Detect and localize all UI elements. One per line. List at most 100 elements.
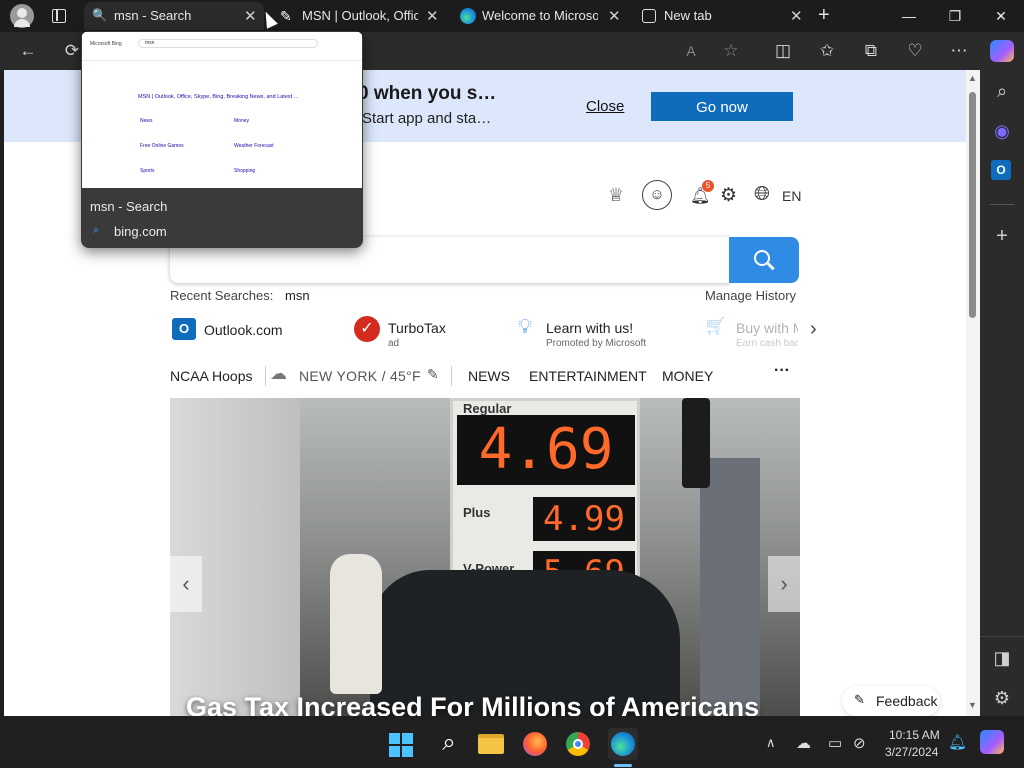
file-explorer-icon[interactable] bbox=[478, 734, 504, 754]
network-icon[interactable]: ⊘ bbox=[853, 734, 866, 752]
quick-link-turbotax[interactable]: ✓ TurboTax ad bbox=[354, 316, 484, 352]
search-icon[interactable]: ⌕ bbox=[991, 80, 1013, 102]
favorites-icon[interactable]: ✩ bbox=[816, 40, 838, 62]
tab-msn-outlook[interactable]: ✎ MSN | Outlook, Office ✕ bbox=[272, 2, 450, 30]
settings-gear-icon[interactable]: ⚙ bbox=[720, 184, 737, 207]
clock-date[interactable]: 3/27/2024 bbox=[885, 745, 938, 759]
clock-time[interactable]: 10:15 AM bbox=[889, 728, 940, 742]
tray-overflow-icon[interactable]: ∧ bbox=[766, 735, 776, 751]
traffic-light bbox=[682, 398, 710, 488]
nav-more-icon[interactable]: ··· bbox=[774, 362, 790, 380]
refresh-icon[interactable]: ⟳ bbox=[61, 40, 83, 62]
edge-taskbar-icon[interactable] bbox=[608, 728, 638, 760]
collections-icon[interactable]: ⧉ bbox=[860, 40, 882, 62]
favorite-star-icon[interactable]: ☆ bbox=[720, 40, 742, 62]
back-icon[interactable]: ← bbox=[17, 40, 39, 62]
preview-link-money: Money bbox=[234, 118, 250, 124]
copilot-pre-icon[interactable] bbox=[980, 730, 1004, 754]
nav-entertainment[interactable]: ENTERTAINMENT bbox=[529, 368, 647, 384]
recent-searches-label: Recent Searches: bbox=[170, 288, 274, 303]
search-icon: ⌕ bbox=[93, 224, 100, 236]
quick-link-title: Outlook.com bbox=[204, 322, 283, 338]
close-icon[interactable]: ✕ bbox=[244, 7, 257, 25]
trophy-icon[interactable]: ♕ bbox=[608, 185, 624, 206]
nav-divider bbox=[265, 366, 266, 386]
minimize-button[interactable]: — bbox=[886, 0, 932, 32]
carousel-next-button[interactable]: › bbox=[768, 556, 800, 612]
language-label[interactable]: EN bbox=[782, 188, 801, 204]
profile-avatar[interactable] bbox=[10, 4, 34, 28]
add-sidebar-app-icon[interactable]: + bbox=[991, 225, 1013, 247]
browser-essentials-icon[interactable]: ♡ bbox=[904, 40, 926, 62]
firefox-icon[interactable] bbox=[523, 732, 547, 756]
nav-money[interactable]: MONEY bbox=[662, 368, 713, 384]
chrome-icon[interactable] bbox=[566, 732, 590, 756]
close-icon[interactable]: ✕ bbox=[790, 7, 803, 25]
tab-msn-search[interactable]: 🔍 msn - Search ✕ bbox=[84, 2, 264, 30]
page-scrollbar[interactable]: ▲ ▼ bbox=[966, 70, 980, 716]
display-icon[interactable]: ▭ bbox=[828, 734, 842, 752]
hero-card[interactable]: Regular 4.69 Plus 4.99 V-Power 5.69 ‹ › … bbox=[170, 398, 800, 716]
globe-icon[interactable]: 🌐︎ bbox=[754, 183, 770, 206]
promo-headline: 0 when you s… bbox=[358, 83, 497, 104]
newtab-icon bbox=[642, 9, 656, 23]
preview-link-news: News bbox=[140, 118, 153, 124]
sign-label-plus: Plus bbox=[463, 505, 491, 520]
manage-history-link[interactable]: Manage History bbox=[705, 288, 796, 303]
windows-taskbar: ⌕ ∧ ☁︎ ▭ ⊘ 10:15 AM 3/27/2024 🔔︎ bbox=[0, 720, 1024, 768]
preview-bing-brand: Microsoft Bing bbox=[90, 41, 122, 47]
notification-bell-icon[interactable]: 🔔︎ bbox=[948, 733, 967, 751]
scrollbar-thumb[interactable] bbox=[969, 92, 976, 318]
tab-welcome-microsoft[interactable]: Welcome to Microsoft ✕ bbox=[452, 2, 630, 30]
edit-pencil-icon[interactable]: ✎ bbox=[427, 366, 439, 383]
building bbox=[700, 458, 760, 716]
preview-link-sports: Sports bbox=[140, 168, 155, 174]
window-close-button[interactable]: ✕ bbox=[978, 0, 1024, 32]
more-menu-icon[interactable]: ⋯ bbox=[948, 40, 970, 62]
account-avatar-icon[interactable]: ☺ bbox=[642, 180, 672, 210]
quick-link-outlook[interactable]: O Outlook.com bbox=[170, 316, 330, 352]
preview-link-shopping: Shopping bbox=[234, 168, 256, 174]
hero-caption[interactable]: Gas Tax Increased For Millions of Americ… bbox=[186, 692, 759, 716]
outlook-sidebar-icon[interactable]: O bbox=[991, 160, 1011, 180]
search-icon: 🔍 bbox=[92, 8, 107, 22]
promo-subtext: Start app and sta… bbox=[362, 110, 492, 127]
quick-links-next-icon[interactable]: › bbox=[810, 318, 817, 341]
copilot-icon[interactable] bbox=[990, 40, 1014, 62]
promo-close-link[interactable]: Close bbox=[586, 98, 624, 115]
tab-title: Welcome to Microsoft bbox=[482, 8, 598, 23]
copilot-sidebar-icon[interactable]: ◉ bbox=[991, 120, 1013, 142]
edge-sidebar: ⌕ ◉ O + ◨ ⚙ bbox=[980, 70, 1024, 716]
scroll-up-arrow[interactable]: ▲ bbox=[968, 73, 977, 83]
tab-new-tab[interactable]: New tab ✕ bbox=[634, 2, 812, 30]
tab-title: msn - Search bbox=[114, 8, 192, 23]
feedback-button[interactable]: ✎ Feedback bbox=[842, 686, 940, 716]
close-icon[interactable]: ✕ bbox=[426, 7, 439, 25]
nav-weather[interactable]: NEW YORK / 45°F bbox=[299, 368, 421, 384]
price-regular: 4.69 bbox=[457, 415, 635, 485]
quick-link-buy[interactable]: 🛒︎ Buy with M Earn cash back bbox=[702, 316, 798, 352]
vertical-tabs-icon[interactable] bbox=[52, 9, 66, 23]
scroll-down-arrow[interactable]: ▼ bbox=[968, 700, 977, 710]
quick-link-learn[interactable]: 💡︎ Learn with us! Promoted by Microsoft bbox=[512, 316, 682, 352]
preview-divider bbox=[82, 60, 362, 61]
read-aloud-icon[interactable]: A bbox=[680, 40, 702, 62]
preview-result-title: MSN | Outlook, Office, Skype, Bing, Brea… bbox=[138, 94, 299, 100]
recent-search-item[interactable]: msn bbox=[285, 288, 310, 303]
sidebar-settings-icon[interactable]: ⚙ bbox=[991, 687, 1013, 709]
close-icon[interactable]: ✕ bbox=[608, 7, 621, 25]
hide-sidebar-icon[interactable]: ◨ bbox=[991, 647, 1013, 669]
onedrive-icon[interactable]: ☁︎ bbox=[796, 734, 811, 752]
preview-url: bing.com bbox=[114, 224, 167, 239]
split-screen-icon[interactable]: ◫ bbox=[772, 40, 794, 62]
taskbar-search-icon[interactable]: ⌕ bbox=[433, 728, 465, 760]
start-button[interactable] bbox=[389, 733, 413, 757]
search-button[interactable] bbox=[729, 237, 799, 283]
nav-news[interactable]: NEWS bbox=[468, 368, 510, 384]
nav-ncaa-hoops[interactable]: NCAA Hoops bbox=[170, 368, 252, 384]
new-tab-button[interactable]: + bbox=[818, 4, 830, 27]
carousel-prev-button[interactable]: ‹ bbox=[170, 556, 202, 612]
maximize-button[interactable]: ❐ bbox=[932, 0, 978, 32]
preview-link-weather: Weather Forecast bbox=[234, 143, 274, 149]
go-now-button[interactable]: Go now bbox=[651, 92, 793, 121]
